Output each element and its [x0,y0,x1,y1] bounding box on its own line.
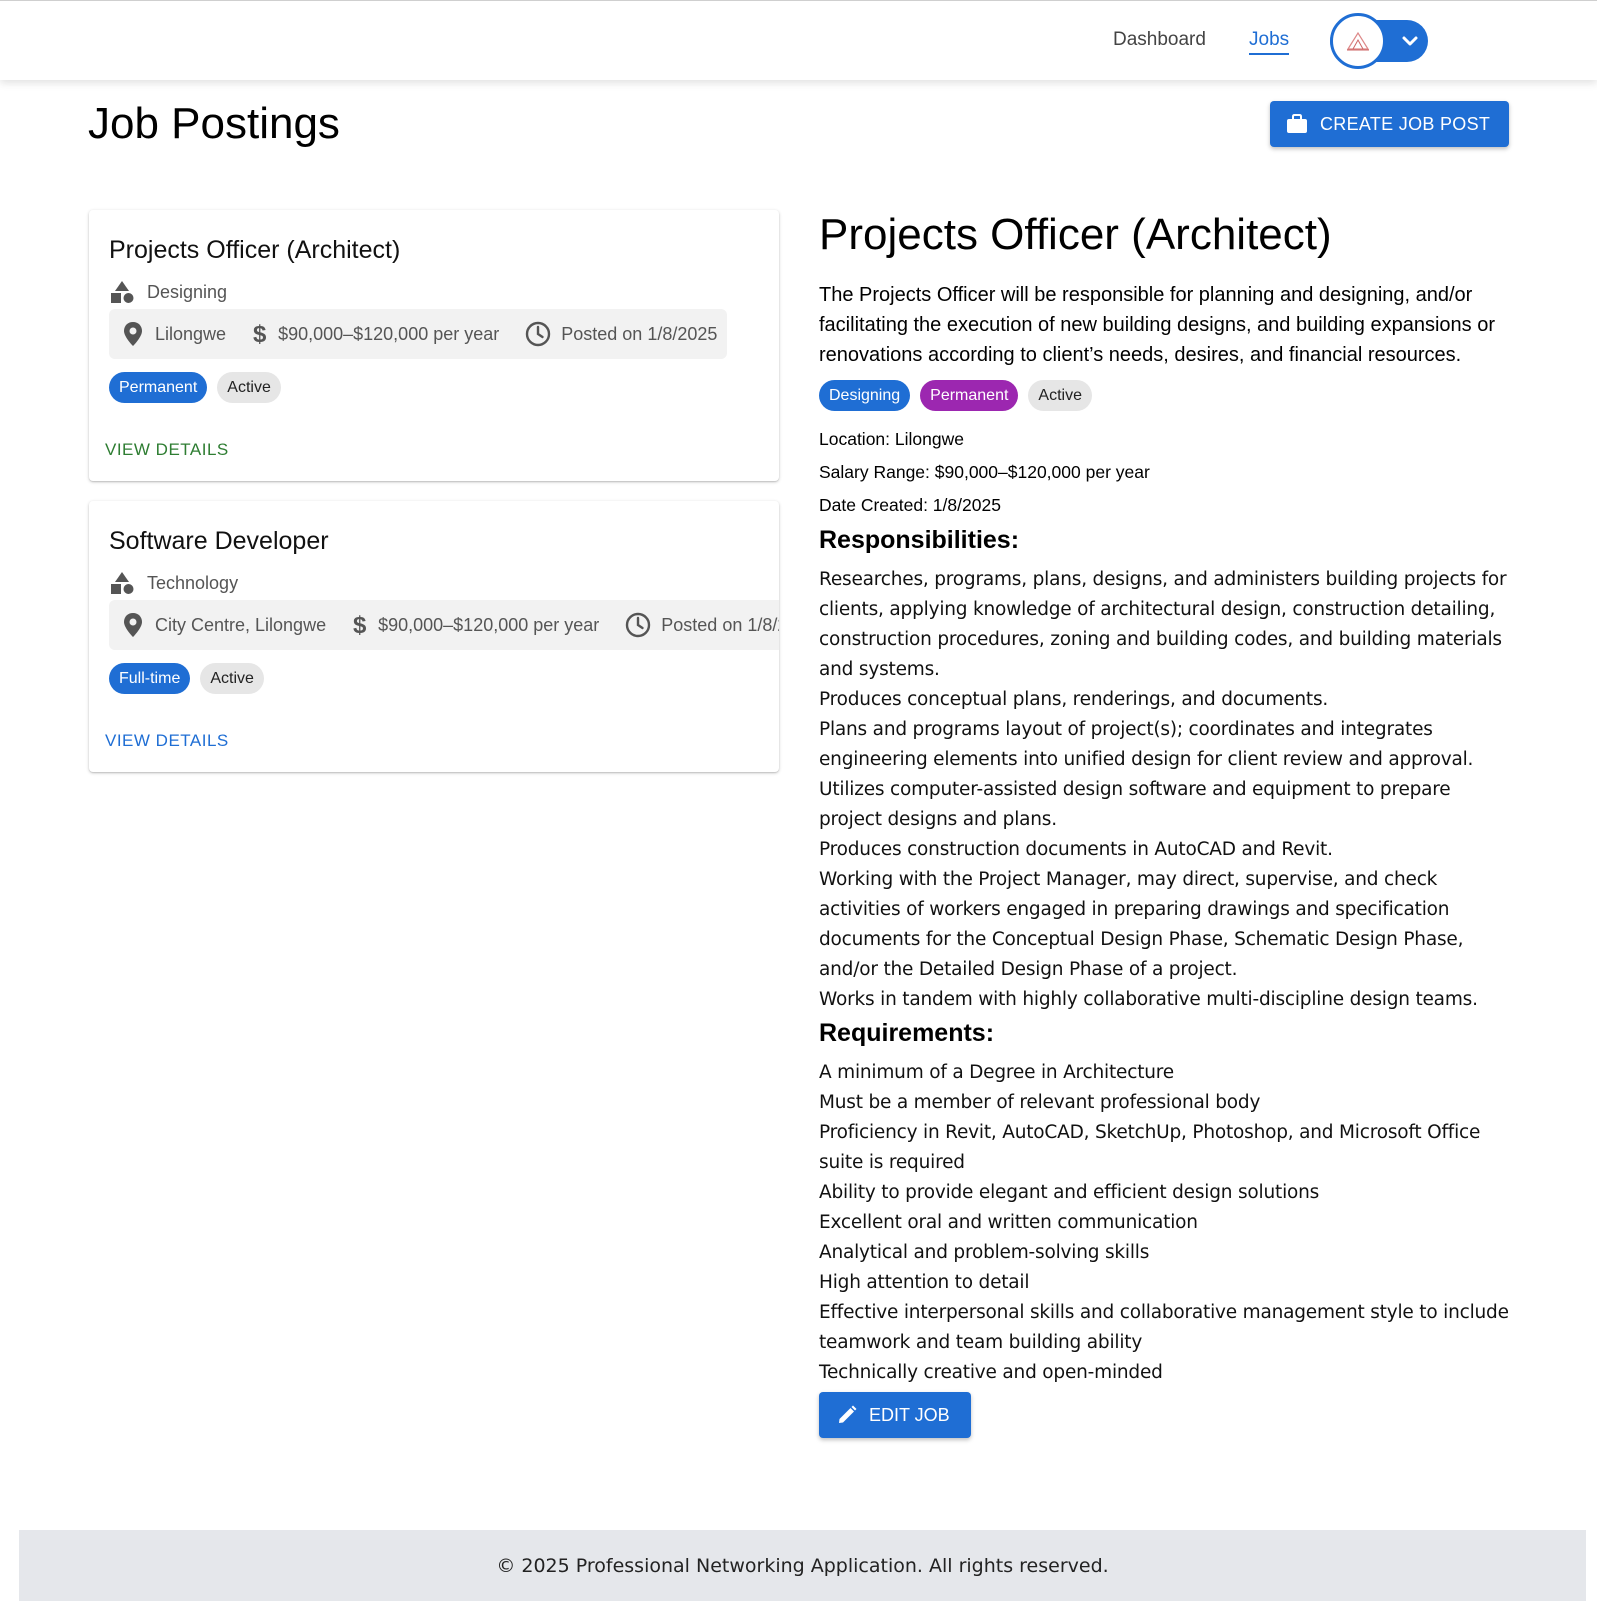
job-card-category: Technology [109,571,238,595]
list-item: Technically creative and open-minded [819,1362,1163,1383]
pencil-icon [839,1405,857,1423]
responsibilities-list: Researches, programs, plans, designs, an… [819,565,1509,1015]
logo-icon [1346,31,1370,51]
edit-job-button[interactable]: EDIT JOB [819,1392,971,1438]
page-title: Job Postings [88,99,340,148]
job-chips: Permanent Active [109,372,281,403]
job-posted-date: Posted on 1/8/2025 [661,614,779,635]
job-location: Lilongwe [155,323,227,344]
location-pin-icon [124,613,142,637]
job-salary: $90,000–$120,000 per year [278,323,500,344]
detail-location: Location: Lilongwe [819,429,964,449]
category-icon [111,281,134,303]
create-job-post-label: CREATE JOB POST [1320,113,1491,134]
create-job-post-button[interactable]: CREATE JOB POST [1270,101,1509,147]
job-meta: Lilongwe $ $90,000–$120,000 per year Pos… [109,309,728,359]
list-item: Proficiency in Revit, AutoCAD, SketchUp,… [819,1122,1481,1173]
top-navbar: Dashboard Jobs [0,0,1597,80]
category-icon [111,572,134,594]
list-item: Excellent oral and written communication [819,1212,1198,1233]
requirements-list: A minimum of a Degree in Architecture Mu… [819,1058,1509,1388]
list-item: Plans and programs layout of project(s);… [819,719,1474,770]
list-item: Analytical and problem-solving skills [819,1242,1150,1263]
view-details-button[interactable]: VIEW DETAILS [105,731,229,751]
svg-text:$: $ [353,612,367,638]
detail-description: The Projects Officer will be responsible… [819,284,1496,366]
clock-icon [526,321,551,347]
list-item: Produces conceptual plans, renderings, a… [819,689,1329,710]
detail-date-created: Date Created: 1/8/2025 [819,495,1001,515]
list-item: Must be a member of relevant professiona… [819,1092,1261,1113]
job-card-title: Projects Officer (Architect) [109,236,401,264]
svg-text:$: $ [253,321,267,347]
job-chips: Full-time Active [109,663,264,694]
job-detail-panel: Projects Officer (Architect) The Project… [819,210,1509,1438]
job-salary: $90,000–$120,000 per year [378,614,600,635]
list-item: High attention to detail [819,1272,1030,1293]
job-card-category: Designing [109,280,227,304]
dollar-icon: $ [353,612,367,638]
list-item: Produces construction documents in AutoC… [819,839,1333,860]
job-posted-date: Posted on 1/8/2025 [561,323,718,344]
edit-job-label: EDIT JOB [869,1404,950,1425]
job-card: Projects Officer (Architect) Designing L… [89,210,779,481]
footer: © 2025 Professional Networking Applicati… [19,1530,1586,1601]
list-item: Utilizes computer-assisted design softwa… [819,779,1451,830]
list-item: A minimum of a Degree in Architecture [819,1062,1174,1083]
job-type-chip: Full-time [109,663,191,694]
detail-chips: Designing Permanent Active [819,380,1509,411]
avatar[interactable] [1330,13,1386,69]
list-item: Working with the Project Manager, may di… [819,869,1464,980]
footer-text: © 2025 Professional Networking Applicati… [496,1554,1109,1577]
nav-dashboard-link[interactable]: Dashboard [1113,29,1206,51]
view-details-button[interactable]: VIEW DETAILS [105,440,229,460]
list-item: Researches, programs, plans, designs, an… [819,569,1507,680]
job-type-chip: Permanent [920,380,1019,411]
chevron-down-icon[interactable] [1398,29,1422,53]
responsibilities-heading: Responsibilities: [819,526,1020,554]
requirements-heading: Requirements: [819,1019,995,1047]
briefcase-icon [1287,114,1307,133]
detail-title: Projects Officer (Architect) [819,210,1332,259]
location-pin-icon [124,322,142,346]
nav-jobs-link[interactable]: Jobs [1249,29,1290,55]
job-type-chip: Permanent [109,372,208,403]
list-item: Effective interpersonal skills and colla… [819,1302,1509,1353]
status-badge: Active [200,663,264,694]
list-item: Works in tandem with highly collaborativ… [819,989,1478,1010]
list-item: Ability to provide elegant and efficient… [819,1182,1320,1203]
detail-info: Location: Lilongwe Salary Range: $90,000… [819,423,1509,522]
category-label: Designing [147,281,228,302]
job-card-title: Software Developer [109,527,329,555]
job-meta: City Centre, Lilongwe $ $90,000–$120,000… [109,600,779,650]
category-chip: Designing [819,380,911,411]
dollar-icon: $ [253,321,267,347]
job-card: Software Developer Technology City Centr… [89,501,779,772]
clock-icon [626,612,651,638]
category-label: Technology [147,572,239,593]
status-badge: Active [1028,380,1092,411]
status-badge: Active [217,372,281,403]
detail-salary: Salary Range: $90,000–$120,000 per year [819,462,1150,482]
job-location: City Centre, Lilongwe [155,614,327,635]
